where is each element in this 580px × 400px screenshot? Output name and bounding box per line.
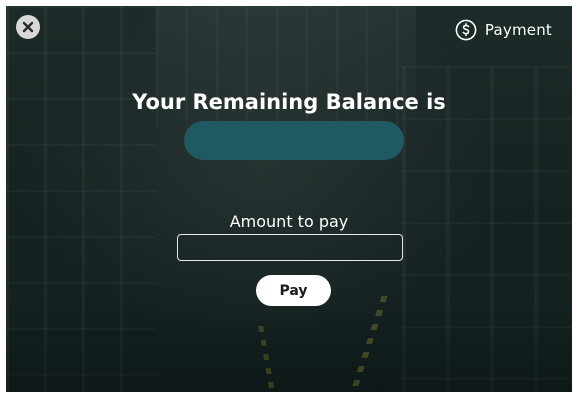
payment-title: Payment	[484, 21, 552, 39]
payment-header: Payment	[455, 18, 552, 42]
amount-to-pay-label: Amount to pay	[229, 212, 349, 231]
balance-heading: Your Remaining Balance is	[132, 90, 446, 114]
floor-marking	[350, 296, 388, 392]
floor-marking	[258, 326, 275, 392]
dollar-circle-icon	[455, 19, 477, 41]
balance-value-pill	[184, 121, 404, 160]
close-icon	[22, 21, 34, 33]
close-button[interactable]	[16, 15, 40, 39]
amount-input[interactable]	[177, 234, 403, 261]
payment-dialog: Payment Your Remaining Balance is Amount…	[6, 6, 572, 392]
background-floor	[6, 306, 572, 392]
background-gym-image	[6, 6, 156, 392]
pay-button[interactable]: Pay	[256, 275, 331, 306]
